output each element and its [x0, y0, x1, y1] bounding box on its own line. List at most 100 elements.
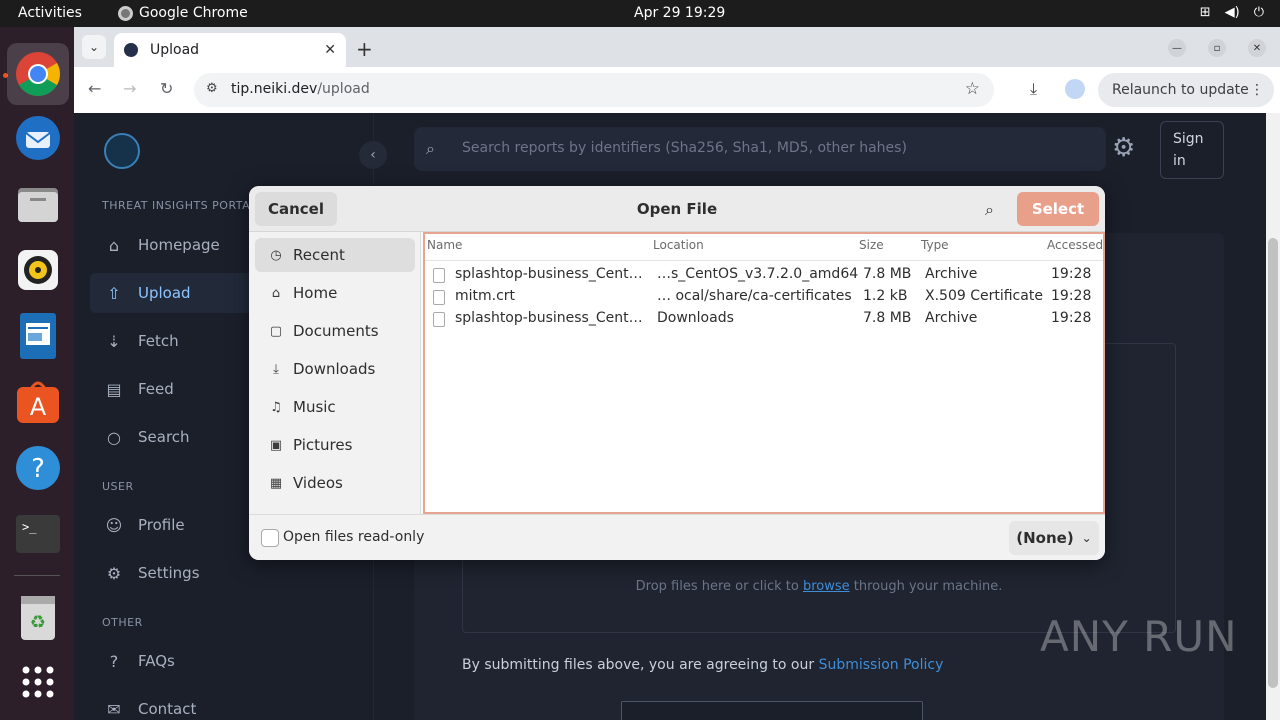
app-menu[interactable]: Google Chrome [118, 5, 248, 21]
place-recent[interactable]: ◷ Recent [255, 238, 415, 272]
app-grid-icon [22, 666, 54, 698]
file-icon [433, 312, 445, 327]
network-icon: ⊞ [1199, 5, 1211, 20]
more-vert-icon: ⋮ [1250, 82, 1264, 98]
dialog-footer: Open files read-only (None) ⌄ [249, 514, 1105, 560]
address-bar[interactable]: ⚙ tip.neiki.dev/upload ☆ [194, 73, 994, 107]
relaunch-label: Relaunch to update [1112, 82, 1249, 98]
download-icon[interactable]: ⤓ [1030, 79, 1037, 99]
nav-contact[interactable]: ✉ Contact [90, 689, 350, 720]
column-size[interactable]: Size [859, 238, 884, 252]
column-location[interactable]: Location [653, 238, 704, 252]
file-size: 1.2 kB [863, 288, 908, 304]
submission-policy-link[interactable]: Submission Policy [819, 657, 944, 673]
policy-text: By submitting files above, you are agree… [462, 657, 944, 673]
dock-rhythmbox[interactable] [7, 239, 69, 301]
sign-in-button[interactable]: Sign in [1160, 121, 1224, 179]
forward-arrow-icon[interactable]: → [123, 79, 136, 98]
dock-files[interactable] [7, 173, 69, 235]
dock-chrome[interactable] [7, 43, 69, 105]
place-documents[interactable]: ▢ Documents [255, 314, 415, 348]
report-search-input[interactable]: ⌕ Search reports by identifiers (Sha256,… [414, 127, 1106, 171]
browse-link[interactable]: browse [803, 579, 850, 594]
select-button[interactable]: Select [1017, 192, 1099, 226]
dialog-title: Open File [636, 200, 718, 218]
power-icon: ⏻ [1253, 5, 1264, 20]
app-name: Google Chrome [139, 5, 248, 21]
clock-icon: ◷ [270, 247, 282, 263]
file-filter-dropdown[interactable]: (None) ⌄ [1009, 521, 1099, 555]
dock-terminal[interactable]: >_ [7, 503, 69, 565]
file-list[interactable]: Name Location Size Type Accessed splasht… [423, 232, 1105, 514]
relaunch-update-button[interactable]: Relaunch to update ⋮ [1098, 73, 1274, 107]
dock-help[interactable]: ? [7, 437, 69, 499]
read-only-label[interactable]: Open files read-only [283, 529, 424, 545]
trash-icon: ♻ [21, 596, 55, 640]
dock-app-center[interactable]: A [7, 371, 69, 433]
dock-trash[interactable]: ♻ [7, 587, 69, 649]
page-scrollbar[interactable] [1266, 113, 1280, 720]
file-name: splashtop-business_Cent… [455, 266, 643, 282]
tab-upload[interactable]: Upload ✕ [114, 33, 346, 67]
profile-icon: ☺ [105, 515, 123, 535]
column-accessed[interactable]: Accessed [1047, 238, 1103, 252]
terminal-icon: >_ [16, 515, 60, 553]
collapse-sidebar-button[interactable]: ‹ [359, 141, 387, 169]
reload-icon[interactable]: ↻ [160, 79, 173, 98]
maximize-button[interactable]: ▫ [1208, 39, 1226, 57]
nav-faqs[interactable]: ? FAQs [90, 641, 350, 681]
profile-avatar[interactable] [1065, 79, 1085, 99]
minimize-button[interactable]: — [1168, 39, 1186, 57]
dock-separator [14, 575, 60, 576]
scrollbar-thumb[interactable] [1268, 238, 1278, 688]
read-only-checkbox[interactable] [261, 529, 279, 547]
file-type: Archive [925, 266, 978, 282]
help-icon: ? [16, 446, 60, 490]
browser-toolbar: ← → ↻ ⚙ tip.neiki.dev/upload ☆ ⤓ Relaunc… [74, 67, 1280, 113]
column-type[interactable]: Type [921, 238, 949, 252]
file-accessed: 19:28 [1051, 288, 1092, 304]
dropzone-text: Drop files here or click to browse throu… [635, 579, 1003, 594]
file-icon [433, 290, 445, 305]
anyrun-watermark: ANY RUN [1040, 612, 1238, 661]
picture-icon: ▣ [269, 437, 283, 453]
file-type: Archive [925, 310, 978, 326]
portal-logo[interactable] [104, 133, 140, 169]
search-icon[interactable]: ⌕ [985, 200, 994, 220]
file-row[interactable]: mitm.crt … ocal/share/ca-certificates 1.… [425, 286, 1103, 308]
column-name[interactable]: Name [427, 238, 462, 252]
settings-gear-icon[interactable]: ⚙ [1112, 133, 1135, 163]
filter-value: (None) [1016, 529, 1074, 547]
close-icon[interactable]: ✕ [324, 42, 336, 58]
place-downloads[interactable]: ⤓ Downloads [255, 352, 415, 386]
file-type: X.509 Certificate [925, 288, 1043, 304]
chevron-down-icon: ⌄ [1081, 531, 1092, 545]
site-info-icon[interactable]: ⚙ [206, 81, 218, 96]
appcenter-icon: A [17, 381, 59, 423]
file-row[interactable]: splashtop-business_Cent… Downloads 7.8 M… [425, 308, 1103, 330]
file-location: Downloads [657, 310, 734, 326]
back-arrow-icon[interactable]: ← [88, 79, 101, 98]
document-icon: ▢ [269, 323, 283, 339]
place-videos[interactable]: ▦ Videos [255, 466, 415, 500]
place-pictures[interactable]: ▣ Pictures [255, 428, 415, 462]
tab-strip: ⌄ Upload ✕ + — ▫ ✕ [74, 27, 1280, 67]
new-tab-button[interactable]: + [356, 37, 373, 61]
dock-thunderbird[interactable] [7, 107, 69, 169]
bookmark-star-icon[interactable]: ☆ [965, 79, 980, 99]
file-row[interactable]: splashtop-business_Cent… …s_CentOS_v3.7.… [425, 264, 1103, 286]
file-accessed: 19:28 [1051, 310, 1092, 326]
section-label-other: OTHER [102, 616, 143, 629]
clock[interactable]: Apr 29 19:29 [634, 5, 725, 21]
close-window-button[interactable]: ✕ [1248, 39, 1266, 57]
place-music[interactable]: ♫ Music [255, 390, 415, 424]
dock-writer[interactable] [7, 305, 69, 367]
activities-button[interactable]: Activities [18, 5, 82, 21]
system-tray[interactable]: ⊞ ◀) ⏻ [1200, 5, 1264, 20]
tab-search-button[interactable]: ⌄ [82, 35, 106, 59]
gnome-top-bar: Activities Google Chrome Apr 29 19:29 ⊞ … [0, 0, 1280, 27]
file-size: 7.8 MB [863, 310, 912, 326]
dock-app-grid[interactable] [7, 651, 69, 713]
captcha-widget[interactable] [621, 701, 923, 720]
place-home[interactable]: ⌂ Home [255, 276, 415, 310]
